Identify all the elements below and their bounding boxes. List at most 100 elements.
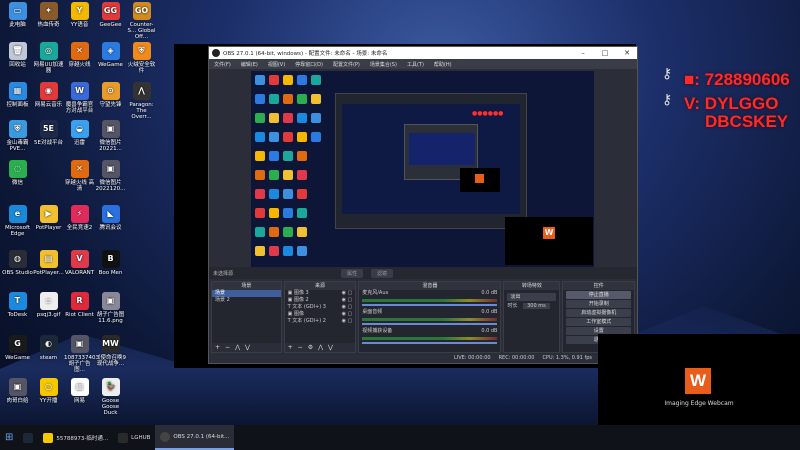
desktop-icon[interactable]: ◈ WeGame [95,42,126,68]
desktop-icon[interactable]: ▣ 微信图片 2022120... [95,160,126,192]
desktop-icon[interactable]: ◣ 腾讯会议 [95,205,126,231]
desktop-icon[interactable]: GO Counter-S... Global Off... [126,2,157,40]
desktop-icon[interactable]: ▶ PotPlayer [33,205,64,231]
desktop-icon[interactable]: ▣ 微信图片 20221... [95,120,126,152]
obs-preview[interactable]: ●●●●●● W [251,71,594,267]
desktop-icon[interactable]: ✕ 穿越火线 高清 [64,160,95,192]
desktop-icon[interactable]: ✦ 热血传奇 [33,2,64,28]
desktop-icon[interactable]: ◌ 微信 [2,160,33,186]
desktop-icon[interactable]: 5E 5E对战平台 [33,120,64,146]
duration-input[interactable]: 300 ms [523,303,550,309]
remove-icon[interactable]: − [298,344,303,351]
menu-item[interactable]: 帮助(H) [434,61,452,68]
transition-select[interactable]: 淡出 [507,293,557,301]
nested-contact-text: ●●●●●● [472,110,504,117]
desktop-icon[interactable]: ▣ 胡子广告图 11.6.png [95,292,126,324]
menu-item[interactable]: 编辑(E) [241,61,258,68]
close-icon[interactable]: ✕ [619,47,635,59]
desktop-icon[interactable]: ▦ 控制面板 [2,82,33,108]
desktop-icon[interactable]: ◎ 网易UU加速器 [33,42,64,74]
desktop-icon[interactable]: ▫ psqj3.gif [33,292,64,318]
taskbar-item-qq[interactable]: 55788973-临时通... [38,425,113,450]
menu-item[interactable]: 配置文件(P) [333,61,360,68]
desktop-icon[interactable]: 🦆 Goose Goose Duck [95,378,126,416]
control-button[interactable]: 启动虚拟摄像机 [566,309,631,317]
desktop-icon[interactable]: ✕ 穿越火线 [64,42,95,68]
preview-app-icon [311,75,321,85]
desktop-icon[interactable]: Y YY语音 [64,2,95,28]
start-button[interactable]: ⊞ [0,425,18,450]
desktop-icon[interactable]: G WeGame [2,335,33,361]
obs-titlebar[interactable]: OBS 27.0.1 (64-bit, windows) - 配置文件: 未命名… [209,47,637,59]
source-item[interactable]: T 文本 (GDI+) 2 ◉ ▢ [285,318,356,325]
source-item[interactable]: ▣ 图像 2 ◉ ▢ [285,297,356,304]
down-icon[interactable]: ⋁ [328,344,333,351]
taskbar-item-obs[interactable]: OBS 27.0.1 (64-bit... [155,425,235,450]
taskbar-item-lghub[interactable]: LGHUB [113,425,155,450]
desktop-icon[interactable]: V VALORANT [64,250,95,276]
desktop-icon[interactable]: ⋀ Paragon: The Overr... [126,82,157,120]
desktop-icon[interactable]: e Microsoft Edge [2,205,33,237]
menu-item[interactable]: 停靠窗口(D) [295,61,323,68]
add-icon[interactable]: + [215,344,220,351]
desktop-icon[interactable]: 🗑 回收站 [2,42,33,68]
desktop-icon[interactable]: ◍ OBS Studio [2,250,33,276]
control-button[interactable]: 开始录制 [566,300,631,308]
obs-window[interactable]: OBS 27.0.1 (64-bit, windows) - 配置文件: 未命名… [208,46,638,364]
source-item[interactable]: ▣ 图像 3 ◉ ▢ [285,290,356,297]
menu-item[interactable]: 工具(T) [407,61,424,68]
up-icon[interactable]: ⋀ [235,344,240,351]
eye-icon[interactable]: ◉ ▢ [342,297,356,304]
up-icon[interactable]: ⋀ [318,344,323,351]
mixer-channel-header: 视频捕获设备 0.0 dB [359,328,500,335]
volume-slider[interactable] [362,304,498,306]
eye-icon[interactable]: ◉ ▢ [342,311,356,318]
desktop-icon[interactable]: ◐ steam [33,335,64,361]
eye-icon[interactable]: ◉ ▢ [342,318,356,325]
desktop-icon[interactable]: ⛨ 金山毒霸PVE... [2,120,33,152]
desktop-icon[interactable]: ◉ 网易云音乐 [33,82,64,108]
desktop-icon[interactable]: T ToDesk [2,292,33,318]
source-item[interactable]: ▣ 图像 ◉ ▢ [285,311,356,318]
eye-icon[interactable]: ◉ ▢ [342,290,356,297]
desktop-icon[interactable]: ▤ PotPlayer... [33,250,64,276]
desktop-icon[interactable]: ⚡ 全民竞速2 [64,205,95,231]
source-item[interactable]: T 文本 (GDI+) 3 ◉ ▢ [285,304,356,311]
desktop-icon[interactable]: ⊙ 守望先锋 [95,82,126,108]
menu-item[interactable]: 视图(V) [268,61,285,68]
app-icon: 🦆 [101,378,120,396]
control-button[interactable]: 工作室模式 [566,318,631,326]
steam-taskbar-button[interactable] [18,425,38,450]
properties-button[interactable]: 属性 [341,268,364,278]
desktop-icon[interactable]: MW 《使命召唤9 现代战争... [95,335,126,367]
remove-icon[interactable]: − [225,344,230,351]
desktop-icon[interactable]: ▣ 肉哥白给 [2,378,33,404]
filters-button[interactable]: 滤镜 [371,268,394,278]
desktop-icon[interactable]: ◒ 迅雷 [64,120,95,146]
add-icon[interactable]: + [288,344,293,351]
desktop-icon[interactable]: GG GeeGee [95,2,126,28]
desktop-icon[interactable]: ▭ 此电脑 [2,2,33,28]
menu-item[interactable]: 场景集合(S) [370,61,397,68]
preview-app-icon [283,132,293,142]
scene-item[interactable]: 场景 [212,290,281,297]
gear-icon[interactable]: ⚙ [308,344,313,351]
desktop-icon[interactable]: B Boo Men [95,250,126,276]
down-icon[interactable]: ⋁ [245,344,250,351]
desktop-icon[interactable]: R Riot Client [64,292,95,318]
menu-item[interactable]: 文件(F) [214,61,231,68]
maximize-icon[interactable]: □ [597,47,613,59]
desktop-icon[interactable]: ▦ 网易 [64,378,95,404]
desktop-icon[interactable]: ▣ 1087337403 胡子广告图... [64,335,99,373]
eye-icon[interactable]: ◉ ▢ [342,304,356,311]
desktop-icon[interactable]: ⛨ 火绒安全软件 [126,42,157,74]
desktop-icon[interactable]: ○ YY开播 [33,378,64,404]
minimize-icon[interactable]: – [575,47,591,59]
volume-slider[interactable] [362,323,498,325]
desktop-icon-label: 控制面板 [6,102,29,108]
desktop-icon[interactable]: W 魔兽争霸官方对战平台 [64,82,95,114]
control-button[interactable]: 停止直播 [566,291,631,299]
qq-number: 728890606 [704,70,790,89]
scene-item[interactable]: 场景 2 [212,297,281,304]
volume-slider[interactable] [362,342,498,344]
